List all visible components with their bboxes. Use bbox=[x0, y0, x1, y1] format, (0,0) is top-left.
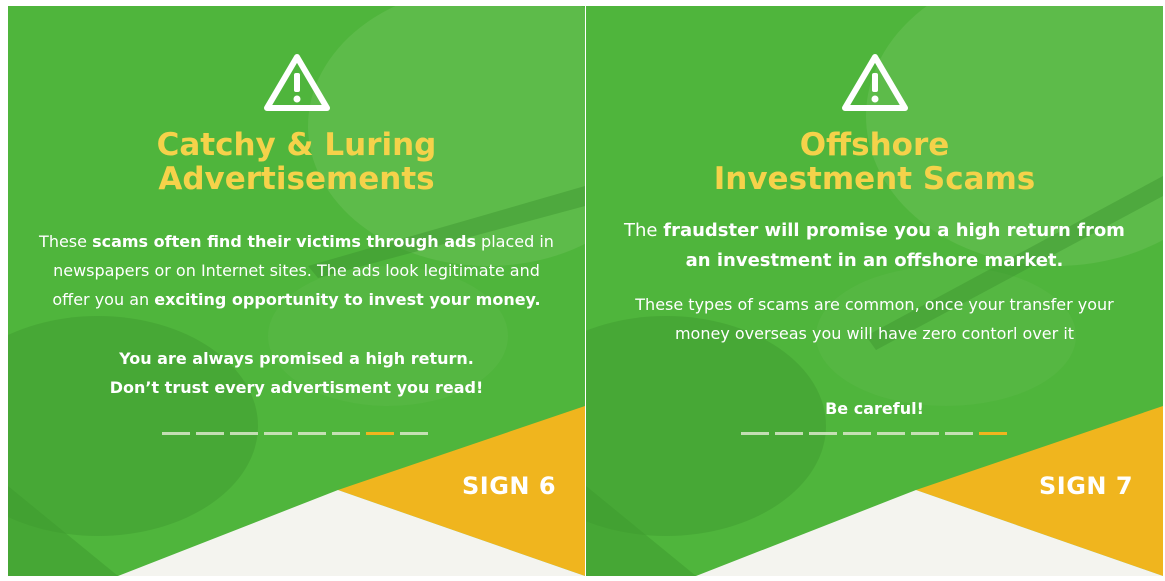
warning-triangle-icon bbox=[263, 54, 330, 111]
progress-dash-active bbox=[366, 432, 394, 435]
sign-card-6: Catchy & Luring Advertisements These sca… bbox=[8, 6, 585, 576]
progress-dash bbox=[264, 432, 292, 435]
progress-dash bbox=[298, 432, 326, 435]
sign-card-7: Offshore Investment Scams The fraudster … bbox=[586, 6, 1163, 576]
progress-dash bbox=[230, 432, 258, 435]
warning-paragraph: Be careful! bbox=[825, 399, 924, 418]
text-segment-bold: exciting opportunity to invest your mone… bbox=[154, 290, 541, 309]
card-title: Catchy & Luring Advertisements bbox=[8, 128, 585, 196]
progress-dash bbox=[809, 432, 837, 435]
progress-dash bbox=[843, 432, 871, 435]
description-paragraph: These scams often find their victims thr… bbox=[32, 227, 561, 314]
progress-dash bbox=[775, 432, 803, 435]
text-segment: The bbox=[624, 220, 664, 241]
progress-dash bbox=[945, 432, 973, 435]
card-title: Offshore Investment Scams bbox=[586, 128, 1163, 196]
progress-dash bbox=[332, 432, 360, 435]
progress-dash bbox=[877, 432, 905, 435]
warning-paragraph: You are always promised a high return. D… bbox=[32, 344, 561, 402]
sign-label: SIGN 7 bbox=[1039, 472, 1134, 500]
title-line-2: Advertisements bbox=[158, 161, 435, 197]
progress-dash-active bbox=[979, 432, 1007, 435]
description-paragraph: The fraudster will promise you a high re… bbox=[610, 216, 1139, 276]
text-segment-bold: scams often find their victims through a… bbox=[92, 232, 476, 251]
progress-dash bbox=[162, 432, 190, 435]
progress-dashes bbox=[162, 432, 428, 436]
title-line-2: Investment Scams bbox=[713, 161, 1036, 197]
sign-label: SIGN 6 bbox=[462, 472, 557, 500]
progress-dash bbox=[741, 432, 769, 435]
warning-line-1: You are always promised a high return. bbox=[119, 349, 474, 368]
warning-triangle-icon bbox=[841, 54, 908, 111]
progress-dash bbox=[911, 432, 939, 435]
title-line-1: Offshore bbox=[799, 127, 950, 163]
progress-dash bbox=[196, 432, 224, 435]
text-segment: These bbox=[39, 232, 93, 251]
explanation-paragraph: These types of scams are common, once yo… bbox=[635, 295, 1114, 343]
progress-dashes bbox=[741, 432, 1007, 436]
progress-dash bbox=[400, 432, 428, 435]
text-segment-bold: fraudster will promise you a high return… bbox=[663, 220, 1125, 271]
warning-line-2: Don’t trust every advertisment you read! bbox=[109, 378, 484, 397]
title-line-1: Catchy & Luring bbox=[156, 127, 437, 163]
